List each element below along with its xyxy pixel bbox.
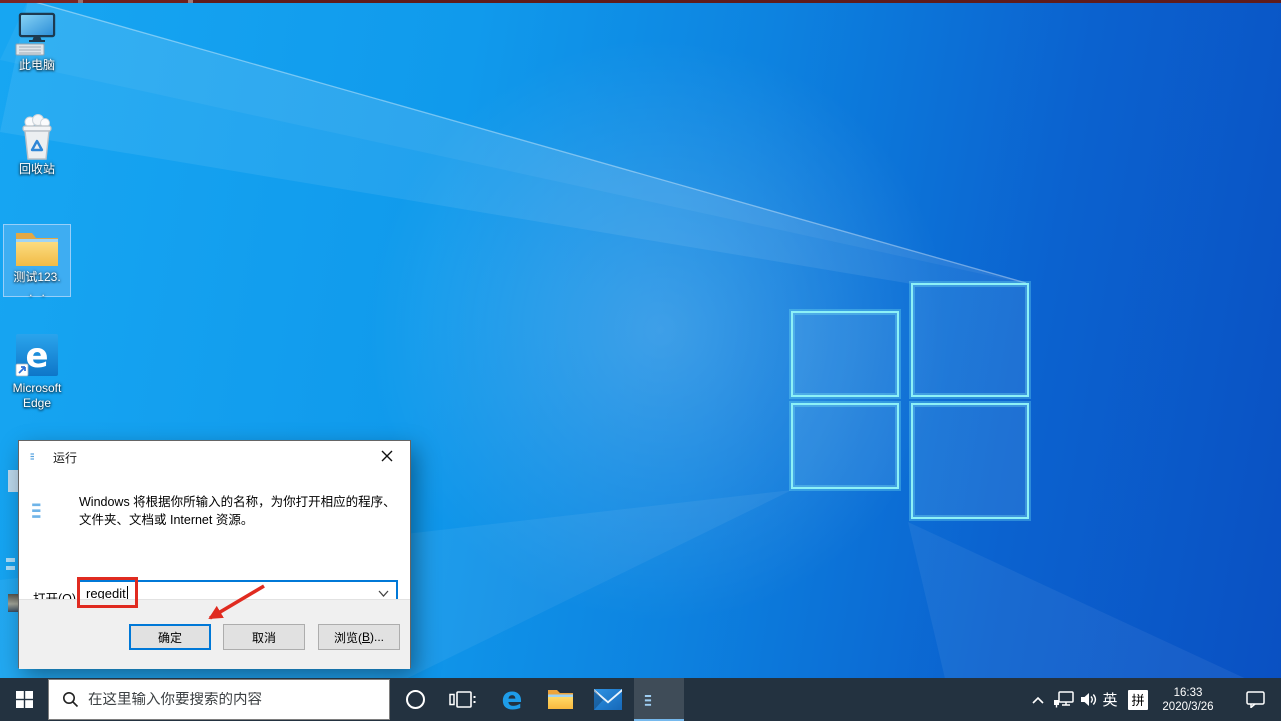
obscured-desktop-icon-fragment bbox=[6, 558, 15, 562]
dialog-description-line2: 文件夹、文档或 Internet 资源。 bbox=[79, 511, 399, 529]
icon-label-line2: .. bbox=[0, 285, 74, 300]
desktop-icon-this-pc[interactable]: 此电脑 bbox=[0, 12, 74, 73]
file-explorer-icon bbox=[547, 688, 574, 711]
chevron-up-icon bbox=[1031, 695, 1045, 705]
tray-language-indicator[interactable]: 英 bbox=[1096, 678, 1124, 721]
run-icon bbox=[30, 449, 47, 463]
svg-text:e: e bbox=[25, 336, 48, 376]
speaker-icon bbox=[1080, 692, 1097, 707]
clock-date: 2020/3/26 bbox=[1162, 700, 1213, 714]
desktop-icon-recycle-bin[interactable]: 回收站 bbox=[0, 112, 74, 177]
close-button[interactable] bbox=[364, 442, 409, 470]
cancel-button[interactable]: 取消 bbox=[223, 624, 305, 650]
dialog-title: 运行 bbox=[53, 449, 77, 466]
language-label: 英 bbox=[1102, 689, 1117, 710]
tray-clock[interactable]: 16:33 2020/3/26 bbox=[1152, 678, 1224, 721]
ok-button[interactable]: 确定 bbox=[129, 624, 211, 650]
dialog-body: Windows 将根据你所输入的名称，为你打开相应的程序、 文件夹、文档或 In… bbox=[19, 471, 410, 599]
run-icon bbox=[31, 493, 71, 526]
run-icon bbox=[644, 687, 674, 712]
edge-icon: e bbox=[501, 684, 522, 715]
tray-network-button[interactable] bbox=[1050, 678, 1076, 721]
browse-button[interactable]: 浏览(B)... bbox=[318, 624, 400, 650]
taskbar-file-explorer-button[interactable] bbox=[537, 678, 583, 721]
recycle-bin-icon bbox=[15, 112, 59, 162]
dialog-description-line1: Windows 将根据你所输入的名称，为你打开相应的程序、 bbox=[79, 493, 399, 511]
taskbar-run-button-active[interactable] bbox=[634, 678, 684, 721]
chevron-down-icon[interactable] bbox=[378, 590, 389, 597]
obscured-desktop-icon-fragment bbox=[8, 470, 18, 492]
taskbar: e bbox=[0, 678, 1281, 721]
start-button[interactable] bbox=[0, 678, 48, 721]
search-input[interactable] bbox=[79, 692, 389, 708]
dialog-footer: 确定 取消 浏览(B)... bbox=[19, 599, 410, 669]
icon-label-line2: Edge bbox=[0, 396, 74, 411]
mail-icon bbox=[594, 689, 622, 710]
task-view-icon bbox=[449, 689, 476, 710]
run-dialog-titlebar[interactable]: 运行 bbox=[19, 441, 410, 471]
desktop: 此电脑 回收站 测试123. .. bbox=[0, 0, 1281, 721]
action-center-icon bbox=[1246, 691, 1265, 708]
icon-label: 此电脑 bbox=[0, 58, 74, 73]
network-icon bbox=[1053, 691, 1074, 708]
tray-ime-mode-button[interactable]: 拼 bbox=[1126, 678, 1150, 721]
windows-logo-icon bbox=[16, 691, 33, 708]
icon-label: Microsoft bbox=[0, 381, 74, 396]
folder-icon bbox=[12, 228, 62, 270]
obscured-desktop-icon-fragment bbox=[6, 566, 15, 570]
taskbar-search[interactable] bbox=[48, 679, 390, 720]
action-center-button[interactable] bbox=[1238, 678, 1272, 721]
task-view-button[interactable] bbox=[440, 678, 484, 721]
desktop-icon-microsoft-edge[interactable]: e Microsoft Edge bbox=[0, 333, 74, 411]
close-icon bbox=[381, 450, 393, 462]
cortana-button[interactable] bbox=[393, 678, 437, 721]
taskbar-edge-button[interactable]: e bbox=[491, 678, 533, 721]
icon-label: 测试123. bbox=[0, 270, 74, 285]
this-pc-icon bbox=[14, 12, 60, 58]
ime-pinyin-icon: 拼 bbox=[1128, 690, 1148, 710]
edge-shortcut-icon: e bbox=[14, 333, 60, 381]
cortana-circle-icon bbox=[405, 689, 426, 710]
run-dialog: 运行 Windows 将根据你所输入的名称，为你打开相应的程序、 文件夹、文档或… bbox=[18, 440, 411, 668]
top-edge-window-artifact bbox=[0, 0, 1281, 3]
tray-chevron-button[interactable] bbox=[1026, 678, 1050, 721]
clock-time: 16:33 bbox=[1174, 686, 1203, 700]
icon-label: 回收站 bbox=[0, 162, 74, 177]
taskbar-mail-button[interactable] bbox=[586, 678, 630, 721]
obscured-desktop-icon-fragment bbox=[8, 594, 18, 612]
search-icon bbox=[62, 691, 79, 708]
desktop-icon-test-folder[interactable]: 测试123. .. bbox=[0, 228, 74, 300]
